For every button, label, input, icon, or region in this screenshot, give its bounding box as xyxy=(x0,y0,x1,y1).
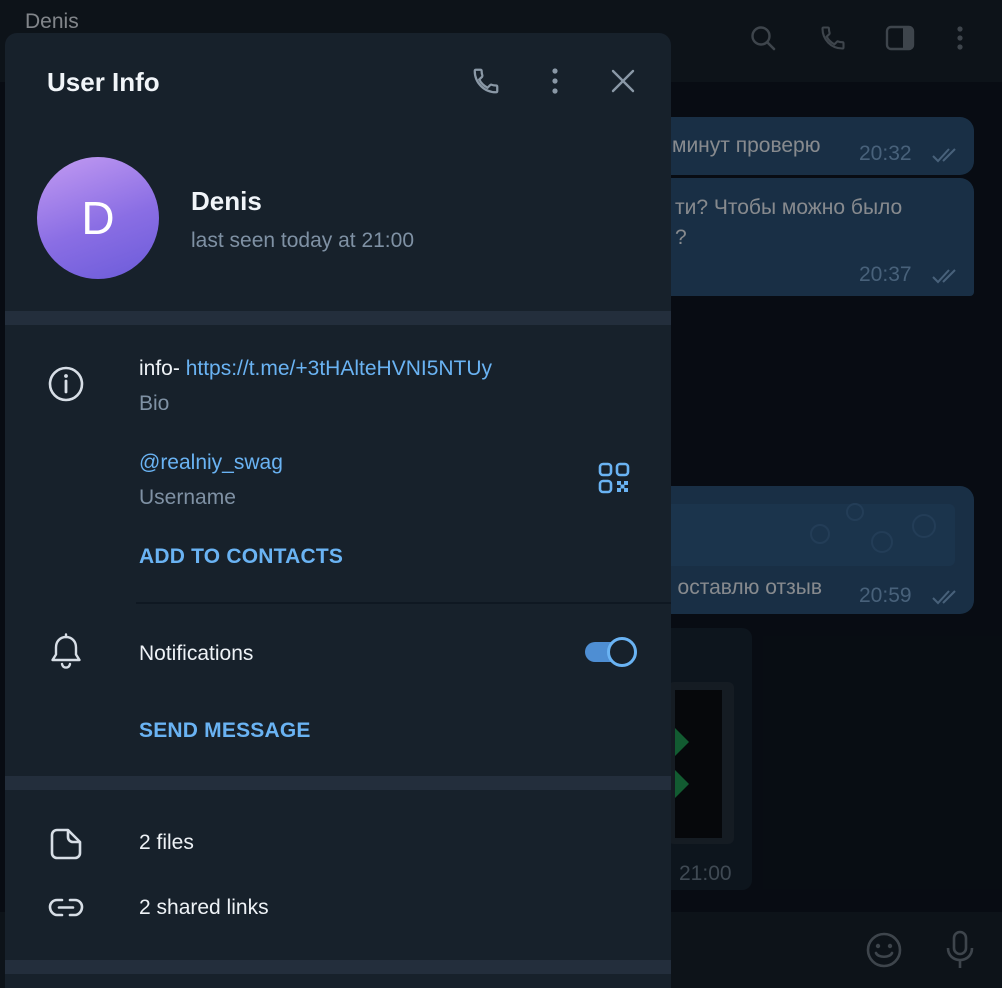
avatar-letter: D xyxy=(81,192,115,244)
qr-code-icon[interactable] xyxy=(597,461,631,495)
call-button[interactable] xyxy=(468,63,504,99)
section-separator xyxy=(5,311,671,325)
panel-title: User Info xyxy=(47,67,160,97)
last-seen-status: last seen today at 21:00 xyxy=(191,229,414,252)
divider xyxy=(136,602,671,604)
close-icon xyxy=(611,69,635,93)
username-value[interactable]: @realniy_swag xyxy=(139,451,283,475)
section-separator xyxy=(5,776,671,790)
link-icon xyxy=(45,887,87,929)
toggle-knob xyxy=(607,637,637,667)
notifications-toggle[interactable] xyxy=(585,636,637,668)
bio-prefix: info- xyxy=(139,357,186,380)
username-label: Username xyxy=(139,486,236,509)
more-vertical-icon xyxy=(552,68,558,94)
bio-label: Bio xyxy=(139,392,170,415)
info-icon xyxy=(45,363,87,405)
avatar[interactable]: D xyxy=(37,157,159,279)
send-message-button[interactable]: SEND MESSAGE xyxy=(139,719,311,743)
file-icon xyxy=(45,823,87,865)
bell-icon xyxy=(45,631,87,673)
notifications-label: Notifications xyxy=(139,642,254,665)
files-count[interactable]: 2 files xyxy=(139,831,194,855)
section-separator xyxy=(5,960,671,974)
user-info-panel: User Info D Denis last seen today at 21:… xyxy=(5,33,671,988)
shared-links-count[interactable]: 2 shared links xyxy=(139,896,269,920)
phone-icon xyxy=(473,68,499,94)
close-button[interactable] xyxy=(605,63,641,99)
more-options-button[interactable] xyxy=(537,63,573,99)
bio-text[interactable]: info- https://t.me/+3tHAlteHVNI5NTUy xyxy=(139,357,492,381)
bio-link[interactable]: https://t.me/+3tHAlteHVNI5NTUy xyxy=(186,357,492,380)
add-to-contacts-button[interactable]: ADD TO CONTACTS xyxy=(139,545,343,569)
user-name: Denis xyxy=(191,186,262,216)
